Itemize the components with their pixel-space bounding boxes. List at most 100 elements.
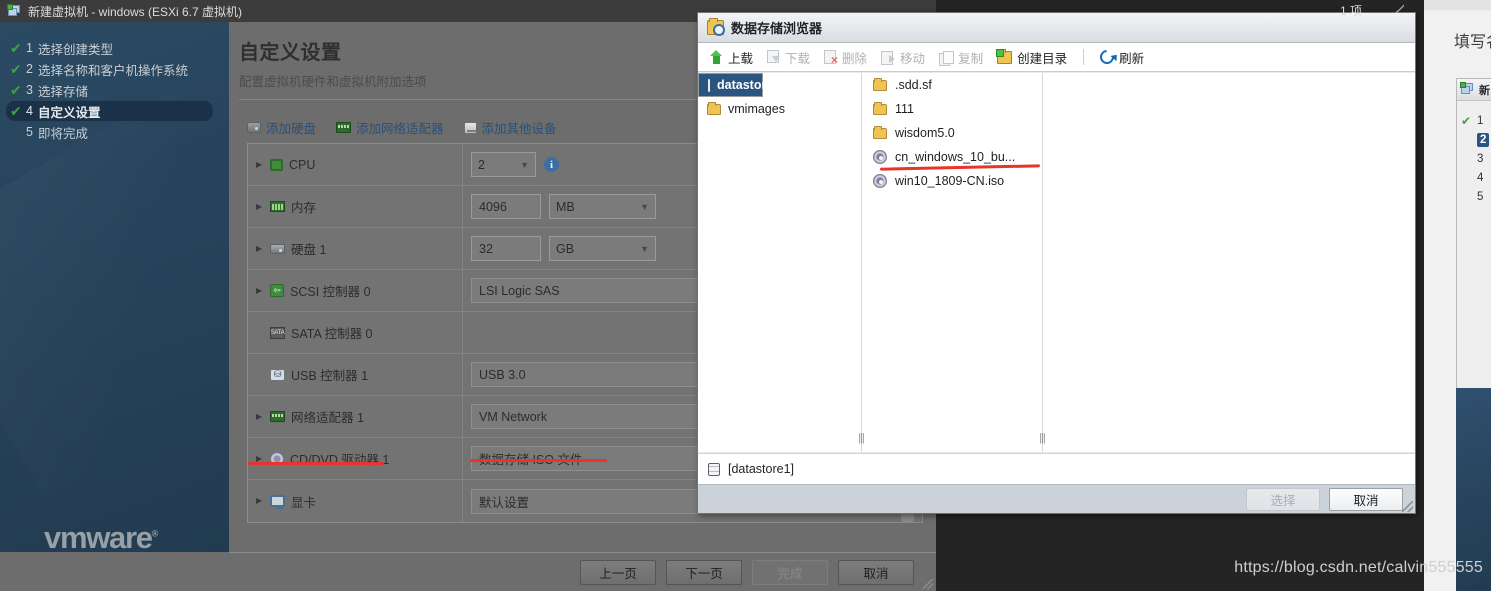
background-page-title: 填写名 xyxy=(1454,34,1491,51)
datastore-browser-dialog: 数据存储浏览器 上载 下载 删除 移动 复制 xyxy=(697,12,1416,514)
scsi-type-value: LSI Logic SAS xyxy=(479,283,560,298)
dialog-toolbar: 上载 下载 删除 移动 复制 创建目录 xyxy=(698,43,1415,72)
file-item-sdd-sf[interactable]: .sdd.sf xyxy=(862,73,1042,97)
wizard-step-5[interactable]: 5 即将完成 xyxy=(6,122,219,142)
memory-size-input[interactable]: 4096 xyxy=(471,194,541,219)
refresh-button[interactable]: 刷新 xyxy=(1097,47,1144,67)
video-card-icon xyxy=(270,495,285,509)
background-dialog-title-text: 新 xyxy=(1479,84,1490,97)
background-step-4[interactable]: 4 xyxy=(1457,168,1491,187)
memory-size-value: 4096 xyxy=(479,199,507,214)
new-vm-icon xyxy=(7,3,22,18)
window-resize-handle[interactable] xyxy=(923,579,933,589)
background-step-3[interactable]: 3 xyxy=(1457,149,1491,168)
expand-caret-icon[interactable]: ▶ xyxy=(256,497,264,505)
select-button: 选择 xyxy=(1246,487,1320,511)
new-vm-icon xyxy=(1460,82,1475,96)
folder-icon xyxy=(707,101,721,115)
annotation-underline-cddvd xyxy=(248,462,384,465)
step-number: 5 xyxy=(1477,190,1484,203)
background-window-resize-handle[interactable] xyxy=(1395,4,1404,13)
download-button: 下载 xyxy=(767,48,810,67)
datastore-label: vmimages xyxy=(728,102,785,116)
dialog-body: datastore1 vmimages ||| .sdd.sf 111 wisd… xyxy=(698,73,1415,452)
file-detail-pane xyxy=(1043,73,1415,452)
add-network-adapter-label: 添加网络适配器 xyxy=(356,122,444,136)
device-label-cell: ▶ 网络适配器 1 xyxy=(248,396,463,437)
expand-caret-icon[interactable]: ▶ xyxy=(256,202,264,211)
device-label-cell: ▶ SATA SATA 控制器 0 xyxy=(248,312,463,353)
device-name: 显卡 xyxy=(291,495,317,510)
step-number: 1 xyxy=(26,41,33,55)
device-name: 网络适配器 1 xyxy=(291,411,364,425)
check-icon: ✔ xyxy=(10,103,22,119)
device-label-cell: ▶ 内存 xyxy=(248,186,463,227)
file-item-wisdom5[interactable]: wisdom5.0 xyxy=(862,121,1042,145)
folder-icon xyxy=(873,77,887,91)
datastore-label: datastore1 xyxy=(717,78,781,92)
expand-caret-icon[interactable]: ▶ xyxy=(256,244,264,253)
folder-icon xyxy=(873,125,887,139)
wizard-step-2[interactable]: ✔ 2 选择名称和客户机操作系统 xyxy=(6,59,219,79)
chevron-down-icon: ▼ xyxy=(640,243,649,254)
step-number: 3 xyxy=(26,83,33,97)
add-network-adapter-button[interactable]: 添加网络适配器 xyxy=(336,118,444,137)
file-label: 111 xyxy=(895,102,915,116)
cpu-icon xyxy=(270,158,283,171)
cancel-button[interactable]: 取消 xyxy=(838,559,914,585)
file-label: .sdd.sf xyxy=(895,78,932,92)
disk-unit-select[interactable]: GB ▼ xyxy=(549,236,656,261)
vmware-logo: vmware® xyxy=(44,520,159,556)
device-label-cell: ▶ CPU xyxy=(248,144,463,185)
network-value: VM Network xyxy=(479,409,548,424)
file-item-111[interactable]: 111 xyxy=(862,97,1042,121)
wizard-step-4[interactable]: ✔ 4 自定义设置 xyxy=(6,101,213,121)
copy-label: 复制 xyxy=(958,51,984,66)
registered-mark: ® xyxy=(151,528,159,539)
wizard-step-3[interactable]: ✔ 3 选择存储 xyxy=(6,80,219,100)
next-button[interactable]: 下一页 xyxy=(666,559,742,585)
add-other-device-button[interactable]: 添加其他设备 xyxy=(463,118,557,137)
create-folder-icon xyxy=(996,48,1013,64)
memory-unit-select[interactable]: MB ▼ xyxy=(549,194,656,219)
vmware-logo-text: vmware xyxy=(44,520,153,555)
background-step-5[interactable]: 5 xyxy=(1457,187,1491,206)
step-label: 选择存储 xyxy=(37,84,88,99)
upload-button[interactable]: 上载 xyxy=(710,48,753,67)
device-label-cell: ▶ 硬盘 1 xyxy=(248,228,463,269)
file-item-win10-1809[interactable]: win10_1809-CN.iso xyxy=(862,169,1042,193)
nic-icon xyxy=(270,411,285,422)
disk-size-input[interactable]: 32 xyxy=(471,236,541,261)
dialog-cancel-button[interactable]: 取消 xyxy=(1329,487,1403,511)
dialog-resize-handle[interactable] xyxy=(1402,501,1413,512)
step-label: 即将完成 xyxy=(37,126,88,141)
step-number: 4 xyxy=(26,104,33,118)
background-window-titlebar xyxy=(1424,0,1491,10)
back-button[interactable]: 上一页 xyxy=(580,559,656,585)
wizard-step-1[interactable]: ✔ 1 选择创建类型 xyxy=(6,38,219,58)
file-list: .sdd.sf 111 wisdom5.0 cn_windows_10_bu..… xyxy=(862,73,1046,452)
create-folder-button[interactable]: 创建目录 xyxy=(996,48,1067,67)
disk-size-value: 32 xyxy=(479,241,493,256)
cpu-count-select[interactable]: 2 ▼ xyxy=(471,152,536,177)
datastore-browser-icon xyxy=(707,18,725,36)
disk-icon xyxy=(270,243,285,254)
sata-icon: SATA xyxy=(270,326,285,339)
file-label: win10_1809-CN.iso xyxy=(895,174,1005,188)
path-text: [datastore1] xyxy=(728,462,795,476)
background-step-2[interactable]: 2 xyxy=(1457,130,1491,149)
download-icon xyxy=(767,50,781,64)
watermark: https://blog.csdn.net/calvin555555 xyxy=(1234,559,1483,576)
expand-caret-icon[interactable]: ▶ xyxy=(256,160,264,169)
expand-caret-icon[interactable]: ▶ xyxy=(256,286,264,295)
step-number: 2 xyxy=(1477,132,1490,147)
datastore-item-vmimages[interactable]: vmimages xyxy=(698,97,861,121)
expand-caret-icon[interactable]: ▶ xyxy=(256,412,264,421)
add-hard-disk-button[interactable]: 添加硬盘 xyxy=(247,118,316,137)
usb-version-value: USB 3.0 xyxy=(479,367,526,382)
move-label: 移动 xyxy=(900,51,926,66)
info-icon[interactable]: i xyxy=(544,157,559,172)
background-step-1[interactable]: ✔ 1 xyxy=(1457,111,1491,130)
datastore-item-datastore1[interactable]: datastore1 xyxy=(698,73,780,97)
dialog-footer: 选择 取消 xyxy=(698,484,1415,513)
